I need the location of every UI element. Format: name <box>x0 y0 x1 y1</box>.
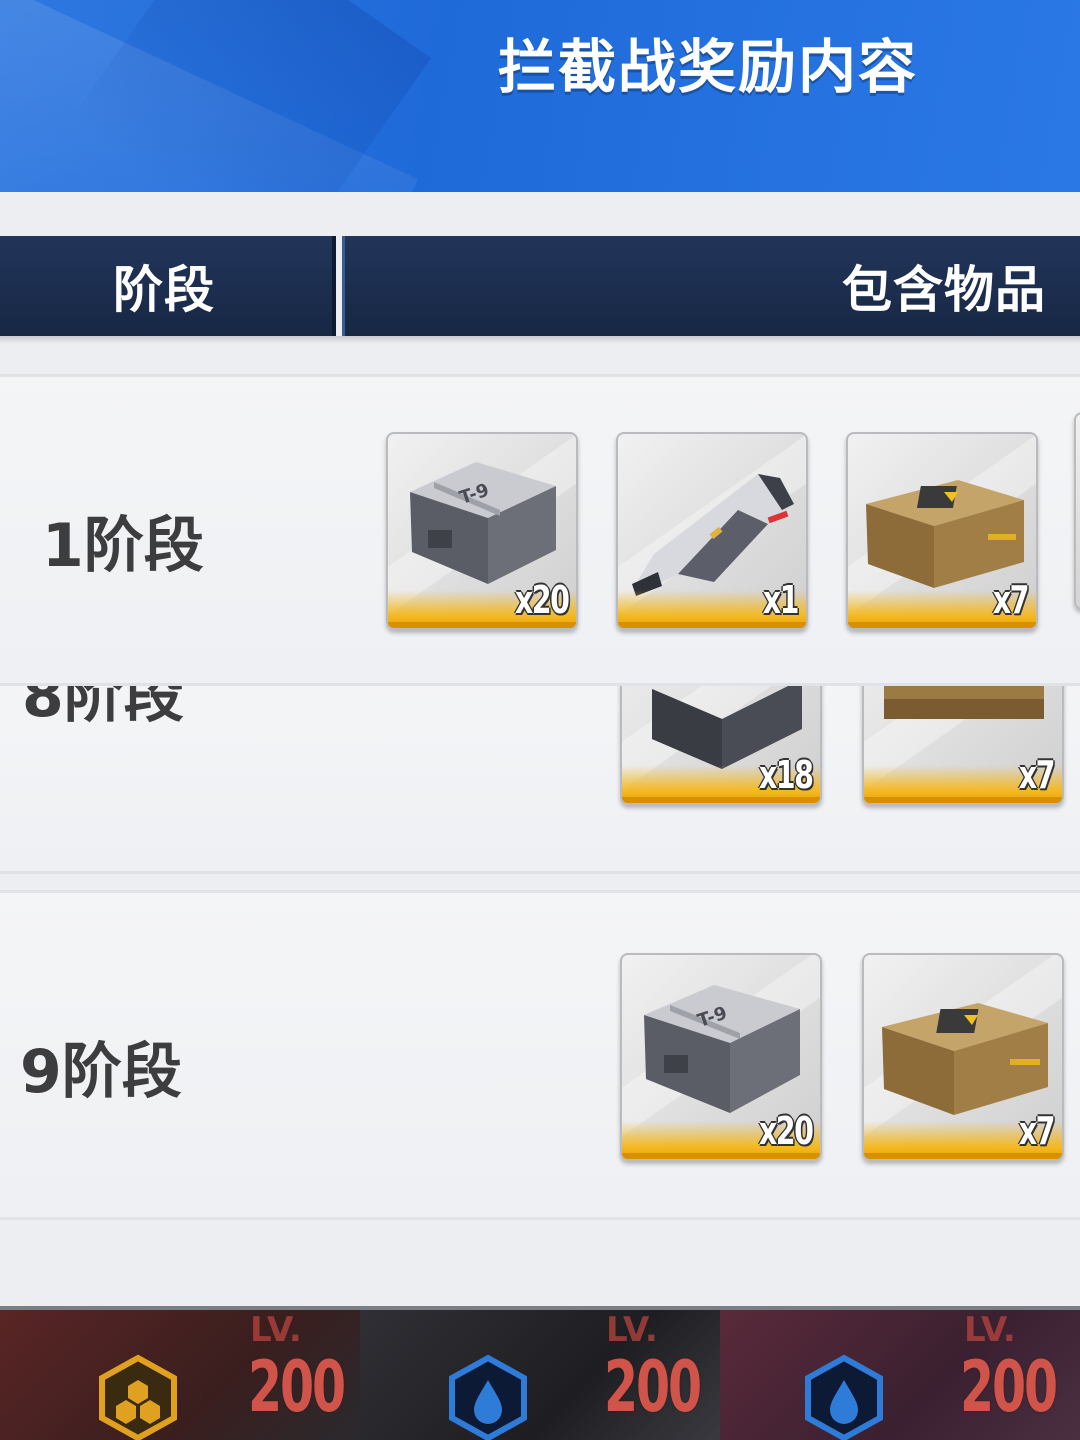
reward-row-stage-8: 8阶段 x18 x7 <box>0 674 1080 874</box>
water-drop-icon <box>805 1354 883 1440</box>
stage-column-label: 阶段 <box>113 261 215 319</box>
level-label: LV. <box>964 1310 1016 1350</box>
level-value: 200 <box>960 1346 1058 1428</box>
reward-item-card[interactable]: x1 <box>616 432 808 630</box>
water-drop-icon <box>449 1354 527 1440</box>
dialog-title: 拦截战奖励内容 <box>498 33 919 101</box>
honeycomb-icon <box>99 1354 177 1440</box>
reward-item-card[interactable]: x7 <box>846 432 1038 630</box>
item-count: x7 <box>1018 1109 1056 1153</box>
items-column-header: 包含物品 <box>342 236 1080 336</box>
item-count: x1 <box>762 578 800 622</box>
reward-list[interactable]: 8阶段 x18 x7 1阶段 T-9 x20 x1 x7 9阶段 T-9 x20… <box>0 344 1080 1264</box>
header-shadow <box>0 336 1080 344</box>
reward-item-card[interactable]: T-9 x20 <box>386 432 578 630</box>
stage-label: 9阶段 <box>20 1037 182 1107</box>
level-value: 200 <box>604 1346 702 1428</box>
reward-dialog-header: 拦截战奖励内容 <box>0 0 1080 192</box>
item-count: x7 <box>1018 753 1056 797</box>
level-label: LV. <box>250 1310 302 1350</box>
reward-item-card-partial[interactable] <box>1074 412 1080 610</box>
item-count: x18 <box>758 753 813 797</box>
level-value: 200 <box>248 1346 346 1428</box>
item-count: x20 <box>758 1109 813 1153</box>
item-count: x7 <box>992 578 1030 622</box>
level-label: LV. <box>606 1310 658 1350</box>
reward-item-card[interactable]: x7 <box>862 953 1064 1161</box>
item-count: x20 <box>514 578 569 622</box>
items-column-label: 包含物品 <box>842 261 1046 319</box>
reward-item-card[interactable]: x7 <box>862 677 1064 805</box>
reward-row-stage-1: 1阶段 T-9 x20 x1 x7 <box>0 374 1080 686</box>
reward-item-card[interactable]: x18 <box>620 677 822 805</box>
reward-row-stage-9: 9阶段 T-9 x20 x7 <box>0 890 1080 1220</box>
reward-item-card[interactable]: T-9 x20 <box>620 953 822 1161</box>
stage-column-header: 阶段 <box>0 236 336 336</box>
squad-strip: LV. 200 LV. 200 LV. 200 <box>0 1306 1080 1440</box>
stage-label: 1阶段 <box>42 511 204 581</box>
